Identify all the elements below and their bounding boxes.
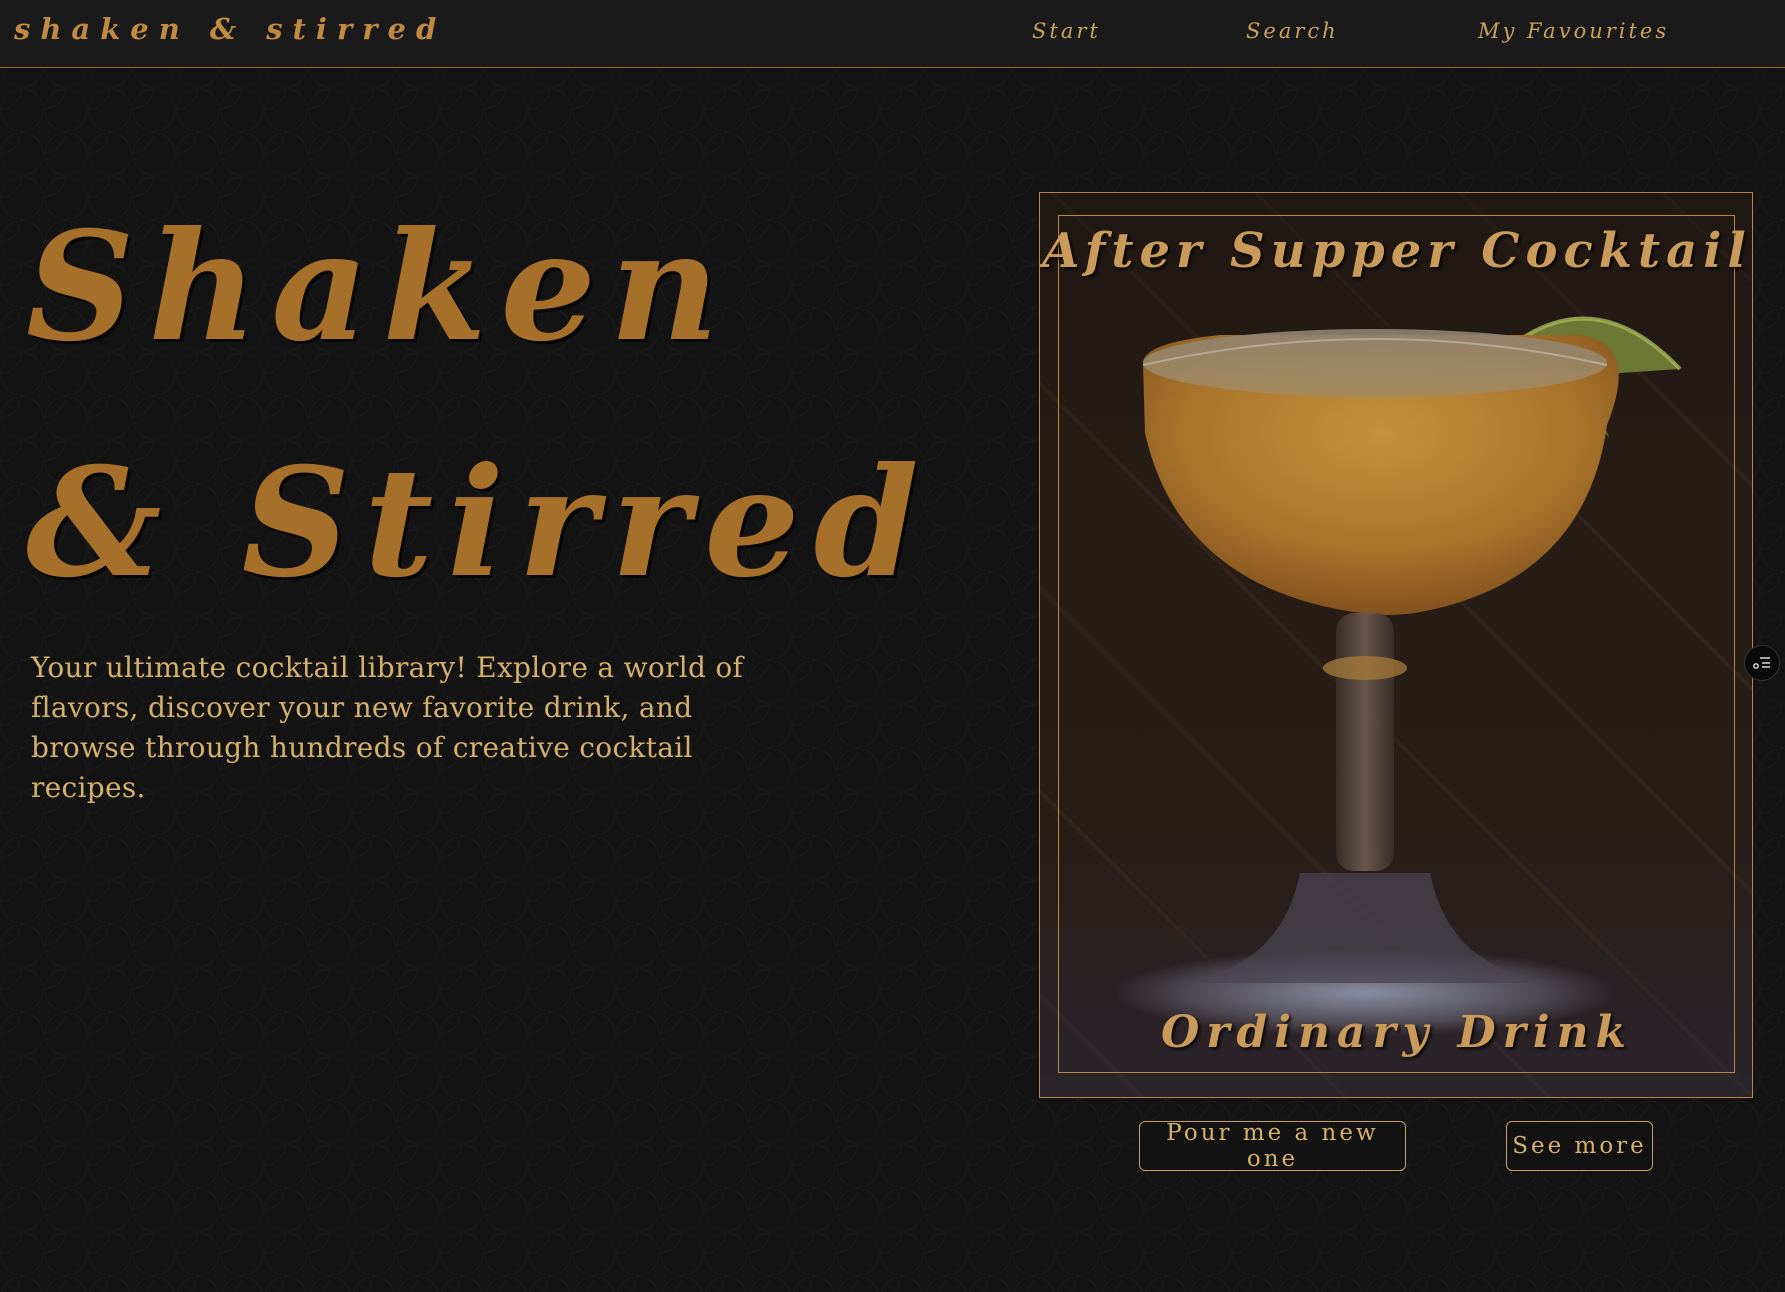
featured-cocktail-card[interactable]: After Supper Cocktail Ordinary Drink	[1039, 192, 1753, 1098]
hero-description: Your ultimate cocktail library! Explore …	[31, 651, 744, 804]
hero-title-line-1: Shaken	[26, 199, 733, 375]
list-settings-icon[interactable]	[1744, 645, 1780, 681]
nav-link-my-favourites[interactable]: My Favourites	[1478, 19, 1669, 43]
card-inner-frame	[1058, 215, 1735, 1073]
brand-logo[interactable]: shaken & stirred	[14, 12, 446, 46]
top-navbar: shaken & stirred Start Search My Favouri…	[0, 0, 1785, 68]
see-more-button[interactable]: See more	[1506, 1121, 1653, 1171]
nav-link-start[interactable]: Start	[1032, 19, 1101, 43]
nav-link-search[interactable]: Search	[1246, 19, 1339, 43]
cocktail-category: Ordinary Drink	[1160, 1007, 1634, 1058]
pour-new-one-button[interactable]: Pour me a new one	[1139, 1120, 1406, 1172]
hero-title-line-2: & Stirred	[26, 435, 933, 611]
cocktail-name: After Supper Cocktail	[1042, 223, 1752, 279]
